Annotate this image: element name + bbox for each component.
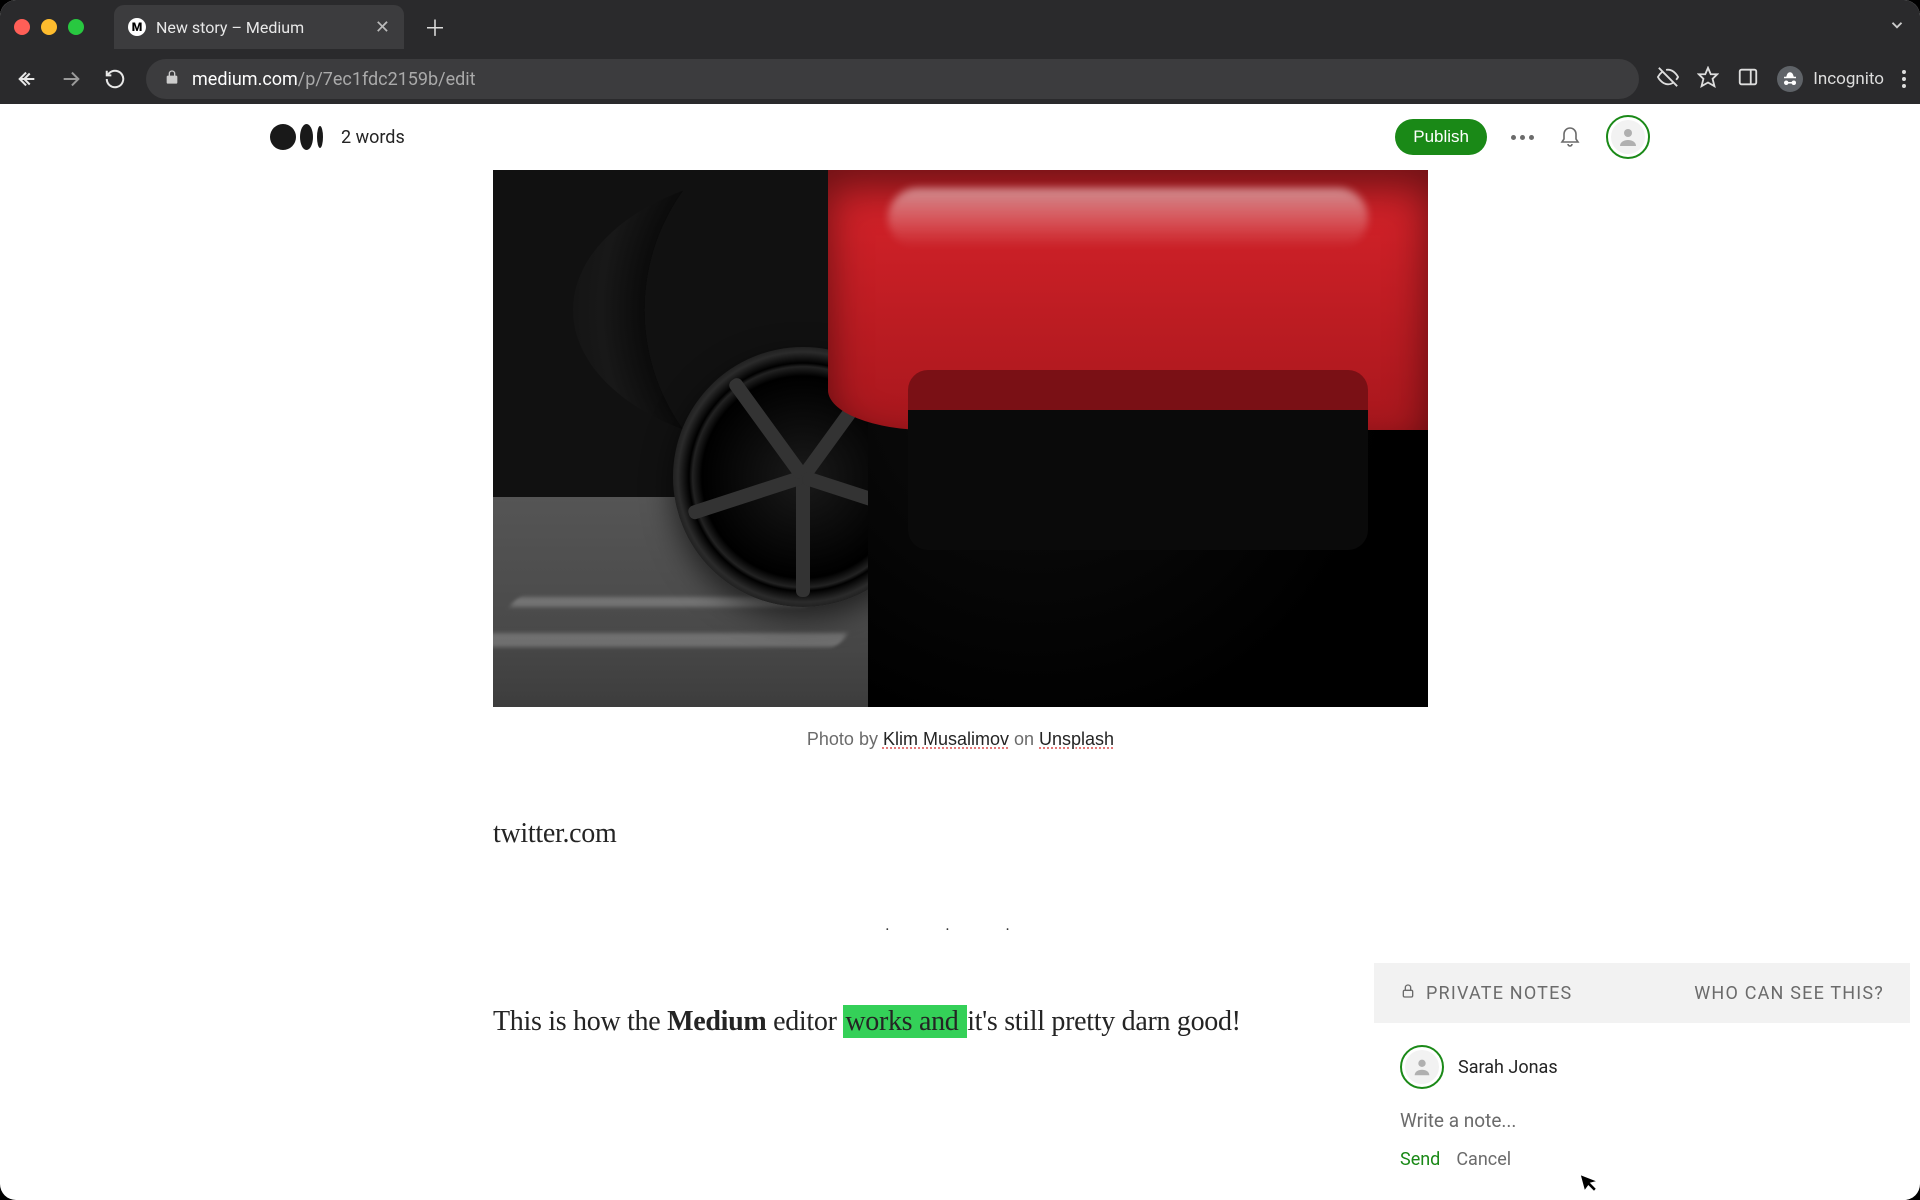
highlighted-text: works and bbox=[843, 1005, 967, 1038]
avatar-placeholder-icon bbox=[1611, 120, 1645, 154]
tab-title: New story – Medium bbox=[156, 18, 304, 37]
url-text: medium.com/p/7ec1fdc2159b/edit bbox=[192, 69, 476, 90]
lock-icon bbox=[1400, 983, 1416, 1004]
notes-title: PRIVATE NOTES bbox=[1426, 983, 1572, 1004]
browser-chrome: M New story – Medium ✕ ＋ bbox=[0, 0, 1920, 104]
medium-logo-icon[interactable] bbox=[270, 124, 323, 150]
editor-paragraph[interactable]: This is how the Medium editor works and … bbox=[493, 1001, 1428, 1043]
incognito-indicator[interactable]: Incognito bbox=[1777, 66, 1884, 92]
note-input[interactable]: Write a note... bbox=[1400, 1109, 1884, 1133]
browser-address-row: medium.com/p/7ec1fdc2159b/edit Incog bbox=[0, 54, 1920, 104]
source-link[interactable]: Unsplash bbox=[1039, 729, 1114, 749]
close-tab-icon[interactable]: ✕ bbox=[375, 17, 390, 38]
note-author-name: Sarah Jonas bbox=[1458, 1057, 1558, 1078]
tabs-dropdown-icon[interactable] bbox=[1888, 16, 1906, 38]
medium-favicon-icon: M bbox=[128, 18, 146, 36]
incognito-icon bbox=[1777, 66, 1803, 92]
section-separator[interactable]: · · · bbox=[493, 920, 1428, 939]
lock-icon bbox=[164, 69, 180, 90]
more-options-icon[interactable] bbox=[1511, 135, 1534, 140]
eye-off-icon[interactable] bbox=[1657, 66, 1679, 92]
bookmark-star-icon[interactable] bbox=[1697, 66, 1719, 92]
notifications-icon[interactable] bbox=[1558, 123, 1582, 151]
minimize-window-button[interactable] bbox=[41, 19, 57, 35]
address-bar[interactable]: medium.com/p/7ec1fdc2159b/edit bbox=[146, 59, 1639, 99]
panel-icon[interactable] bbox=[1737, 66, 1759, 92]
author-link[interactable]: Klim Musalimov bbox=[883, 729, 1009, 749]
editor-body[interactable]: Photo by Klim Musalimov on Unsplash twit… bbox=[493, 170, 1428, 1043]
who-can-see-link[interactable]: WHO CAN SEE THIS? bbox=[1694, 983, 1884, 1004]
close-window-button[interactable] bbox=[14, 19, 30, 35]
reload-button[interactable] bbox=[102, 68, 128, 90]
note-author: Sarah Jonas bbox=[1400, 1045, 1884, 1089]
forward-button[interactable] bbox=[58, 68, 84, 90]
private-notes-panel: PRIVATE NOTES WHO CAN SEE THIS? Sarah Jo… bbox=[1374, 963, 1910, 1200]
editor-text-twitter[interactable]: twitter.com bbox=[493, 818, 1428, 850]
user-avatar-button[interactable] bbox=[1606, 115, 1650, 159]
editor-header: 2 words Publish bbox=[0, 104, 1920, 170]
send-button[interactable]: Send bbox=[1400, 1149, 1440, 1170]
note-avatar-icon bbox=[1405, 1050, 1439, 1084]
browser-tab-row: M New story – Medium ✕ ＋ bbox=[0, 0, 1920, 54]
window-controls bbox=[14, 19, 84, 35]
new-tab-button[interactable]: ＋ bbox=[414, 11, 456, 43]
notes-body: Sarah Jonas Write a note... Send Cancel bbox=[1374, 1023, 1910, 1200]
note-avatar-ring bbox=[1400, 1045, 1444, 1089]
note-actions: Send Cancel bbox=[1400, 1149, 1884, 1170]
word-count: 2 words bbox=[341, 127, 405, 148]
browser-tab[interactable]: M New story – Medium ✕ bbox=[114, 5, 404, 49]
notes-header: PRIVATE NOTES WHO CAN SEE THIS? bbox=[1374, 963, 1910, 1023]
back-button[interactable] bbox=[14, 68, 40, 90]
browser-menu-icon[interactable] bbox=[1902, 70, 1906, 88]
incognito-label: Incognito bbox=[1813, 69, 1884, 89]
browser-right-icons: Incognito bbox=[1657, 66, 1906, 92]
hero-image[interactable] bbox=[493, 170, 1428, 707]
publish-button[interactable]: Publish bbox=[1395, 119, 1487, 155]
fullscreen-window-button[interactable] bbox=[68, 19, 84, 35]
cancel-button[interactable]: Cancel bbox=[1456, 1149, 1511, 1170]
image-caption[interactable]: Photo by Klim Musalimov on Unsplash bbox=[493, 729, 1428, 750]
